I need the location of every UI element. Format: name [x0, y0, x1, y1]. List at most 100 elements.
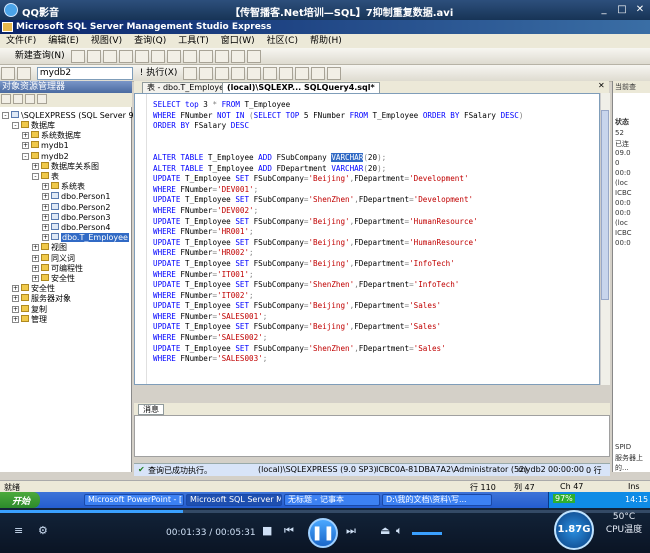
menu-file[interactable]: 文件(F) [0, 34, 42, 47]
new-query-button[interactable]: 新建查询(N) [15, 50, 65, 63]
menu-help[interactable]: 帮助(H) [304, 34, 348, 47]
previous-icon[interactable]: ⏮ [284, 524, 294, 538]
tree-node[interactable]: + 可编程性 [32, 263, 83, 274]
task-powerpoint[interactable]: Microsoft PowerPoint - [.. [84, 494, 184, 506]
disconnect-icon[interactable] [13, 94, 23, 104]
results-to-grid-icon[interactable] [247, 67, 262, 80]
menu-view[interactable]: 视图(V) [85, 34, 128, 47]
execute-button[interactable]: ! 执行(X) [140, 67, 178, 80]
refresh-icon[interactable] [25, 94, 35, 104]
expand-icon[interactable]: + [12, 285, 19, 293]
menu-edit[interactable]: 编辑(E) [42, 34, 85, 47]
object-explorer-icon[interactable] [214, 50, 229, 63]
tree-node[interactable]: + dbo.T_Employee [42, 233, 129, 243]
expand-icon[interactable]: + [22, 142, 29, 150]
change-connection-icon[interactable] [17, 67, 31, 80]
parse-icon[interactable] [183, 67, 198, 80]
expand-icon[interactable]: + [12, 305, 19, 313]
close-tab-icon[interactable]: ✕ [598, 81, 605, 90]
results-to-text-icon[interactable] [231, 67, 246, 80]
expand-icon[interactable]: + [32, 275, 39, 282]
editor-scroll-thumb[interactable] [601, 110, 609, 300]
filter-icon[interactable] [37, 94, 47, 104]
player-maximize-button[interactable]: □ [614, 3, 630, 16]
copy-icon[interactable] [134, 50, 149, 63]
pause-button[interactable]: ❚❚ [308, 518, 338, 548]
expand-icon[interactable]: + [42, 183, 49, 191]
tab-sqlquery4[interactable]: (local)\SQLEXP... SQLQuery4.sql* [222, 82, 380, 93]
help-icon[interactable] [246, 50, 261, 63]
open-icon[interactable] [70, 50, 85, 63]
tree-node[interactable]: + mydb1 [22, 141, 69, 151]
tree-node[interactable]: + dbo.Person3 [42, 212, 110, 223]
tree-node[interactable]: - 数据库 [12, 121, 55, 131]
find-icon[interactable] [198, 50, 213, 63]
expand-icon[interactable]: + [32, 162, 39, 170]
settings-icon[interactable]: ⚙ [38, 524, 48, 537]
cut-icon[interactable] [118, 50, 133, 63]
tree-node[interactable]: - mydb2 [22, 151, 69, 162]
redo-icon[interactable] [182, 50, 197, 63]
outdent-icon[interactable] [327, 67, 342, 80]
tree-node[interactable]: + 系统数据库 [22, 131, 81, 141]
volume-slider[interactable] [412, 532, 442, 535]
sql-editor[interactable]: SELECT top 3 * FROM T_Employee WHERE FNum… [134, 93, 600, 385]
expand-icon[interactable]: + [22, 132, 29, 140]
expand-icon[interactable]: + [42, 213, 49, 221]
save-icon[interactable] [86, 50, 101, 63]
indent-icon[interactable] [311, 67, 326, 80]
expand-icon[interactable]: + [42, 203, 49, 211]
comment-icon[interactable] [279, 67, 294, 80]
tree-node[interactable]: + 服务器对象 [12, 294, 71, 304]
task-explorer[interactable]: D:\我的文档\资料\写... [382, 494, 492, 506]
tree-node[interactable]: + 复制 [12, 304, 47, 315]
tab-table-employee[interactable]: 表 - dbo.T_Employee [142, 82, 234, 93]
tree-node[interactable]: -表 [32, 172, 59, 182]
expand-icon[interactable]: + [12, 295, 19, 303]
tree-node[interactable]: + 管理 [12, 314, 47, 325]
uncomment-icon[interactable] [295, 67, 310, 80]
cancel-query-icon[interactable] [199, 67, 214, 80]
playlist-icon[interactable]: ≡ [14, 524, 23, 537]
menu-window[interactable]: 窗口(W) [215, 34, 261, 47]
open-file-icon[interactable]: ⏏ [380, 524, 390, 537]
results-to-file-icon[interactable] [263, 67, 278, 80]
expand-icon[interactable]: + [42, 193, 49, 201]
next-icon[interactable]: ⏭ [346, 524, 356, 538]
messages-tab[interactable]: 消息 [138, 404, 164, 415]
stop-icon[interactable]: ■ [262, 524, 272, 537]
menu-tools[interactable]: 工具(T) [172, 34, 215, 47]
expand-icon[interactable]: - [12, 122, 19, 129]
start-button[interactable]: 开始 [0, 492, 40, 508]
expand-icon[interactable]: + [12, 315, 19, 323]
expand-icon[interactable]: + [42, 234, 49, 242]
tree-node[interactable]: + 安全性 [12, 284, 55, 294]
database-select[interactable]: mydb2 [36, 67, 133, 80]
connect-icon[interactable] [1, 67, 15, 80]
expand-icon[interactable]: + [32, 254, 39, 262]
volume-icon[interactable]: 🔈︎ [396, 524, 403, 538]
menu-query[interactable]: 查询(Q) [128, 34, 172, 47]
paste-icon[interactable] [150, 50, 165, 63]
task-notepad[interactable]: 无标题 - 记事本 [284, 494, 380, 506]
tree-node[interactable]: + 同义词 [32, 253, 75, 264]
tree-node[interactable]: + dbo.Person4 [42, 223, 110, 233]
expand-icon[interactable]: + [32, 244, 39, 252]
tree-node[interactable]: + 安全性 [32, 274, 75, 284]
expand-icon[interactable]: - [32, 173, 39, 180]
menu-community[interactable]: 社区(C) [261, 34, 304, 47]
tree-node[interactable]: + dbo.Person2 [42, 202, 110, 213]
tree-node[interactable]: + dbo.Person1 [42, 192, 110, 202]
expand-icon[interactable]: + [32, 264, 39, 272]
tree-node[interactable]: + 系统表 [42, 182, 85, 192]
tree-node[interactable]: + 视图 [32, 243, 67, 253]
properties-icon[interactable] [230, 50, 245, 63]
task-ssms[interactable]: Microsoft SQL Server M... [186, 494, 282, 506]
expand-icon[interactable]: + [42, 224, 49, 231]
display-plan-icon[interactable] [215, 67, 230, 80]
player-minimize-button[interactable]: _ [596, 3, 612, 16]
undo-icon[interactable] [166, 50, 181, 63]
tree-server-node[interactable]: - \SQLEXPRESS (SQL Server 9.0... [2, 111, 149, 121]
player-close-button[interactable]: ✕ [632, 3, 648, 16]
expand-icon[interactable]: - [22, 152, 29, 160]
